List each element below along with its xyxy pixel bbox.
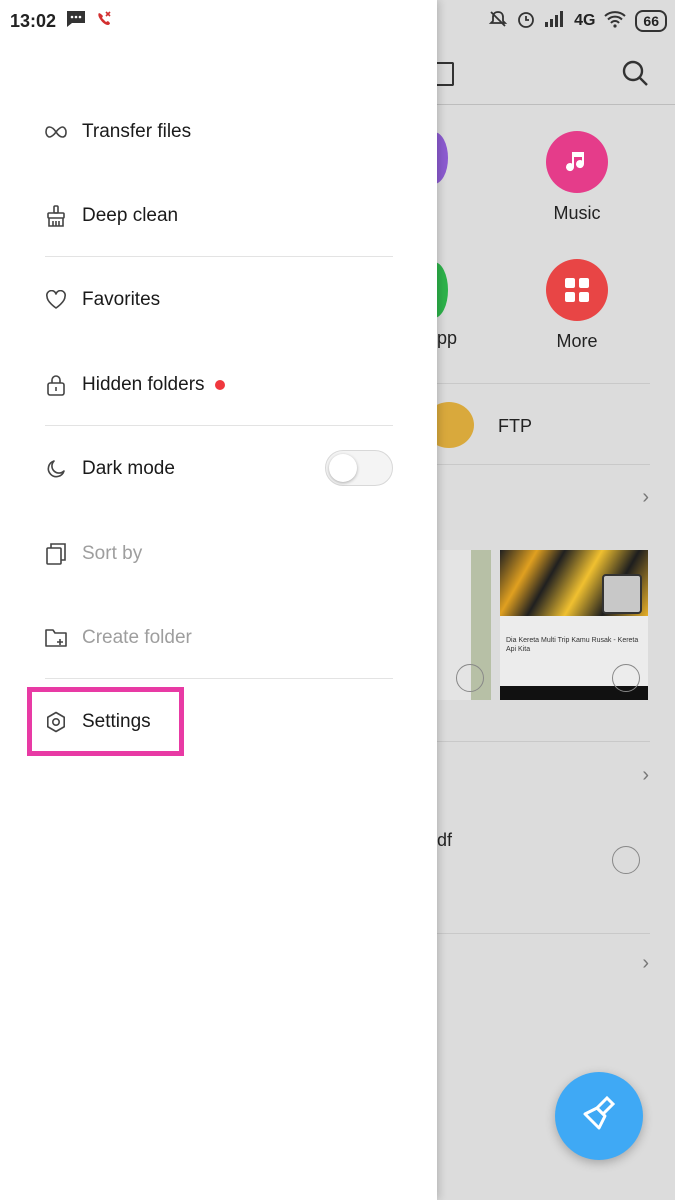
category-label-partial: pp <box>437 328 458 348</box>
folder-icon <box>434 62 454 86</box>
select-circle[interactable] <box>456 664 484 692</box>
grid-icon <box>546 259 608 321</box>
menu-item-label: Sort by <box>82 543 143 564</box>
menu-item-create-folder: Create folder <box>45 608 393 668</box>
clean-fab-button[interactable] <box>555 1072 643 1160</box>
divider <box>437 933 650 934</box>
thumbnail-caption: Dia Kereta Multi Trip Kamu Rusak - Keret… <box>506 637 639 653</box>
message-icon <box>66 10 86 33</box>
menu-item-label: Transfer files <box>82 121 192 142</box>
search-icon[interactable] <box>620 58 650 88</box>
lock-icon <box>45 374 67 396</box>
train-icon <box>602 574 642 614</box>
menu-item-label: Create folder <box>82 627 192 648</box>
menu-item-label: Favorites <box>82 289 161 310</box>
clock: 13:02 <box>10 10 57 31</box>
divider <box>437 383 650 384</box>
menu-item-deep-clean[interactable]: Deep clean <box>45 186 393 246</box>
menu-item-dark-mode[interactable]: Dark mode <box>45 439 393 499</box>
moon-icon <box>45 458 67 480</box>
dark-mode-toggle[interactable] <box>325 450 393 486</box>
settings-highlight-box <box>27 687 184 756</box>
sort-icon <box>45 543 67 565</box>
menu-item-sort-by: Sort by <box>45 524 393 584</box>
category-music[interactable]: Music <box>517 131 637 224</box>
category-label: More <box>556 331 598 351</box>
signal-icon <box>544 10 566 32</box>
folder-plus-icon <box>45 627 67 649</box>
file-name-partial[interactable]: df <box>437 830 452 851</box>
navigation-drawer: 13:02 Transfer files Deep clean Favorite… <box>0 0 437 1200</box>
menu-item-favorites[interactable]: Favorites <box>45 270 393 330</box>
divider <box>437 741 650 742</box>
divider <box>437 464 650 465</box>
mute-icon <box>488 9 508 34</box>
menu-item-label: Hidden folders <box>82 374 205 395</box>
ftp-label[interactable]: FTP <box>498 416 532 437</box>
wifi-icon <box>603 10 627 33</box>
network-type: 4G <box>574 12 596 29</box>
chevron-right-icon[interactable]: › <box>642 952 649 975</box>
menu-item-hidden-folders[interactable]: Hidden folders <box>45 355 393 415</box>
missed-call-icon <box>96 10 112 32</box>
category-more[interactable]: More <box>517 259 637 352</box>
menu-divider <box>45 425 393 426</box>
select-circle[interactable] <box>612 846 640 874</box>
category-label: Music <box>553 203 601 223</box>
battery-indicator: 66 <box>635 10 667 32</box>
header-divider <box>437 104 675 105</box>
chevron-right-icon[interactable]: › <box>642 486 649 509</box>
status-bar-left: 13:02 <box>10 8 112 34</box>
status-icons-right: 4G 66 <box>488 8 667 34</box>
menu-item-transfer-files[interactable]: Transfer files <box>45 102 393 162</box>
select-circle[interactable] <box>612 664 640 692</box>
infinity-icon <box>45 121 67 143</box>
broom-icon <box>577 1092 621 1141</box>
alarm-icon <box>516 9 536 34</box>
menu-divider <box>45 256 393 257</box>
chevron-right-icon[interactable]: › <box>642 764 649 787</box>
heart-icon <box>45 289 67 311</box>
broom-icon <box>45 205 67 227</box>
menu-divider <box>45 678 393 679</box>
toggle-knob <box>329 454 357 482</box>
menu-item-label: Deep clean <box>82 205 179 226</box>
new-badge-dot <box>214 380 225 390</box>
music-note-icon <box>546 131 608 193</box>
menu-item-label: Dark mode <box>82 458 175 479</box>
